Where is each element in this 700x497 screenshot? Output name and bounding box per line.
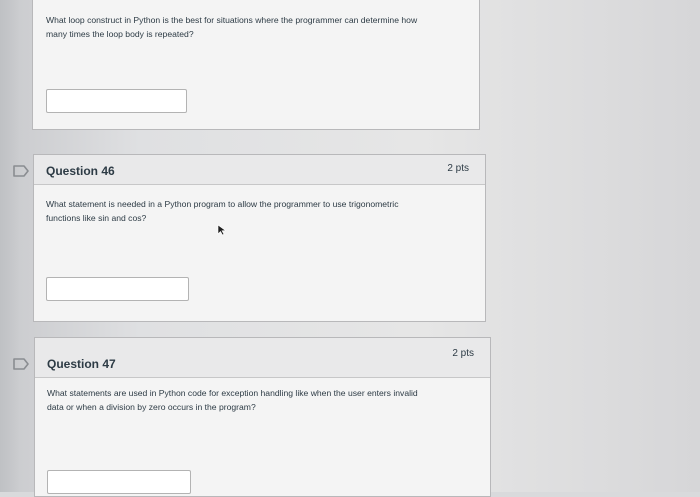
question-47-title: Question 47 bbox=[47, 357, 116, 371]
question-47-points: 2 pts bbox=[452, 348, 474, 359]
question-46-text-line-2: functions like sin and cos? bbox=[46, 213, 147, 223]
question-46-answer-input[interactable] bbox=[46, 277, 189, 301]
question-46-text: What statement is needed in a Python pro… bbox=[46, 197, 476, 225]
question-card-47: Question 47 2 pts What statements are us… bbox=[34, 337, 491, 497]
question-47-answer-input[interactable] bbox=[47, 470, 191, 494]
question-45-text-line-2: many times the loop body is repeated? bbox=[46, 29, 194, 39]
question-47-text-line-1: What statements are used in Python code … bbox=[47, 388, 418, 398]
question-46-title: Question 46 bbox=[46, 164, 115, 178]
question-46-text-line-1: What statement is needed in a Python pro… bbox=[46, 199, 399, 209]
question-45-text-line-1: What loop construct in Python is the bes… bbox=[46, 15, 418, 25]
question-45-answer-input[interactable] bbox=[46, 89, 187, 113]
flag-icon[interactable] bbox=[12, 356, 30, 372]
question-card-45: What loop construct in Python is the bes… bbox=[32, 0, 480, 130]
question-card-46: Question 46 2 pts What statement is need… bbox=[33, 154, 486, 322]
question-47-text-line-2: data or when a division by zero occurs i… bbox=[47, 402, 256, 412]
question-47-text: What statements are used in Python code … bbox=[47, 386, 487, 414]
question-46-points: 2 pts bbox=[447, 163, 469, 174]
flag-icon[interactable] bbox=[12, 163, 30, 179]
mouse-cursor-icon bbox=[217, 224, 227, 236]
question-45-text: What loop construct in Python is the bes… bbox=[46, 13, 476, 41]
quiz-screen: What loop construct in Python is the bes… bbox=[0, 0, 700, 497]
left-edge-shadow bbox=[0, 0, 20, 492]
